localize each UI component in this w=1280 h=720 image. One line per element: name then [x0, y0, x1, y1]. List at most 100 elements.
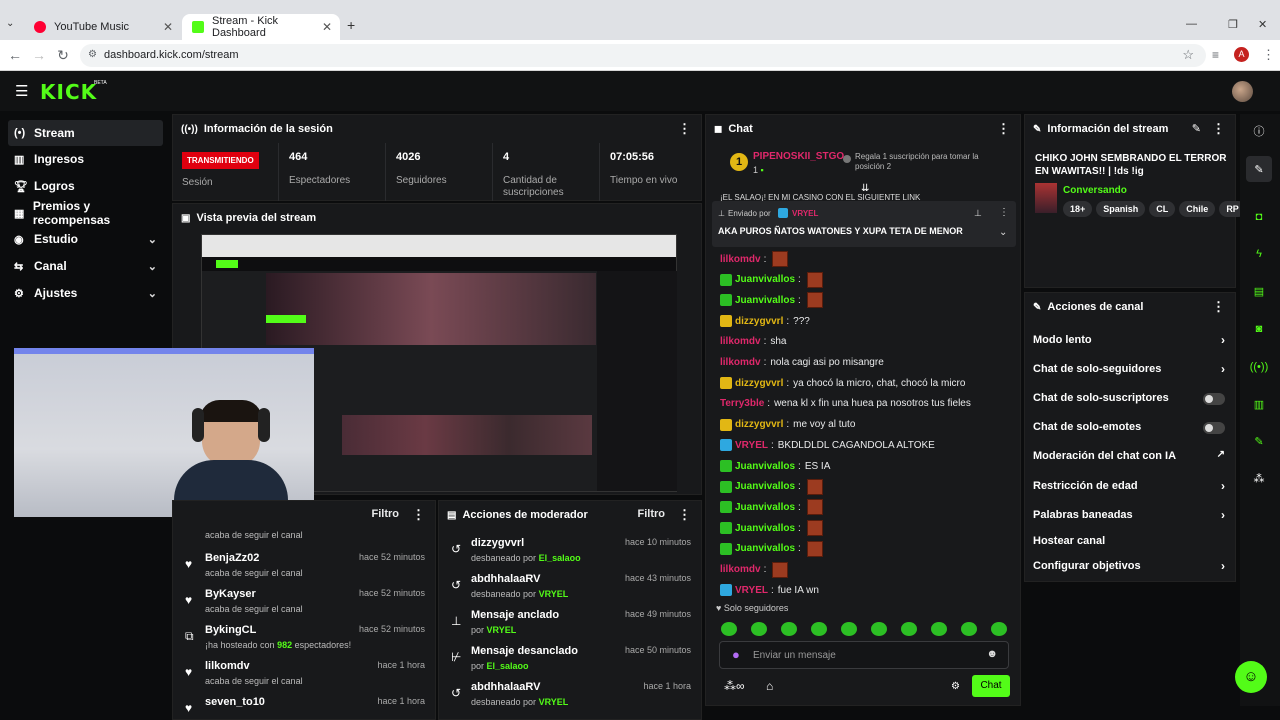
chevron-down-icon[interactable]: ⌄ — [999, 227, 1007, 238]
camera-icon[interactable]: ◘ — [1246, 204, 1272, 230]
unpin-icon[interactable]: ⊥ — [974, 208, 982, 219]
action-emotes-only[interactable]: Chat de solo-emotes — [1025, 414, 1235, 443]
emote-icon[interactable] — [811, 621, 827, 636]
chat-username[interactable]: Juanvivallos — [735, 295, 795, 306]
user-avatar[interactable] — [1232, 81, 1253, 102]
chat-username[interactable]: lilkomdv — [720, 564, 761, 575]
address-bar[interactable]: ⚙ dashboard.kick.com/stream ☆ — [80, 44, 1206, 67]
chat-username[interactable]: VRYEL — [735, 440, 768, 451]
chat-input[interactable]: ● Enviar un mensaje ☻ — [719, 641, 1009, 669]
chat-username[interactable]: Juanvivallos — [735, 481, 795, 492]
chat-username[interactable]: Juanvivallos — [735, 543, 795, 554]
chat-send-button[interactable]: Chat — [972, 675, 1010, 697]
edit-icon[interactable]: ✎ — [1246, 156, 1272, 182]
more-options-icon[interactable]: ⋮ — [1212, 121, 1225, 137]
chat-username[interactable]: Terry3ble — [720, 398, 764, 409]
action-goals[interactable]: Configurar objetivos › — [1025, 553, 1235, 582]
emote-icon[interactable] — [931, 621, 947, 636]
chat-username[interactable]: dizzygvvrl — [735, 316, 783, 327]
mod-filter-button[interactable]: Filtro — [638, 508, 666, 520]
more-icon[interactable]: ⁂ — [1246, 465, 1272, 491]
chat-username[interactable]: lilkomdv — [720, 357, 761, 368]
store-icon[interactable]: ⌂ — [766, 679, 773, 693]
action-slow-mode[interactable]: Modo lento › — [1025, 327, 1235, 356]
emote-icon[interactable] — [991, 621, 1007, 636]
emoji-picker-icon[interactable]: ☻ — [986, 648, 998, 660]
action-followers-only[interactable]: Chat de solo-seguidores › — [1025, 356, 1235, 385]
help-chat-button[interactable]: ☺ — [1235, 661, 1267, 693]
chat-settings-icon[interactable]: ⚙ — [951, 681, 960, 692]
emote-icon[interactable] — [751, 621, 767, 636]
chat-icon[interactable]: ◙ — [1246, 316, 1272, 342]
bolt-icon[interactable]: ϟ — [1246, 241, 1272, 267]
more-options-icon[interactable]: ⋮ — [997, 121, 1010, 137]
browser-menu-icon[interactable]: ⋮ — [1262, 47, 1275, 63]
emote-icon[interactable] — [721, 621, 737, 636]
activity-filter-button[interactable]: Filtro — [372, 508, 400, 520]
emote-icon[interactable] — [871, 621, 887, 636]
notes-icon[interactable]: ▤ — [1246, 278, 1272, 304]
subscribers-only-toggle[interactable] — [1203, 393, 1225, 405]
chat-username[interactable]: dizzygvvrl — [735, 378, 783, 389]
wrench-icon[interactable]: ✎ — [1246, 428, 1272, 454]
sidebar-item-ingresos[interactable]: ▥ Ingresos — [8, 146, 163, 172]
chat-username[interactable]: lilkomdv — [720, 254, 761, 265]
chat-username[interactable]: VRYEL — [735, 585, 768, 596]
profile-avatar[interactable]: A — [1234, 47, 1249, 62]
top-gifter-name[interactable]: PIPENOSKII_STGO — [753, 151, 844, 162]
chat-separator: : — [798, 294, 801, 306]
sidebar-item-canal[interactable]: ⇆ Canal ⌄ — [8, 253, 163, 279]
sidebar-item-stream[interactable]: (•) Stream — [8, 120, 163, 146]
tab-kick-dashboard[interactable]: Stream - Kick Dashboard ✕ — [182, 14, 340, 40]
microphone-icon[interactable]: ● — [732, 647, 740, 662]
maximize-icon[interactable]: ❐ — [1228, 18, 1238, 31]
close-tab-icon[interactable]: ✕ — [163, 20, 173, 34]
layout-icon[interactable]: ▥ — [1246, 391, 1272, 417]
back-icon[interactable]: ← — [6, 47, 24, 63]
host-icon: ⧉ — [185, 629, 194, 643]
info-icon[interactable]: ⓘ — [1246, 118, 1272, 144]
chat-username[interactable]: Juanvivallos — [735, 461, 795, 472]
kick-coins-icon[interactable]: ⁂∞ — [724, 679, 745, 693]
chat-username[interactable]: Juanvivallos — [735, 274, 795, 285]
hamburger-menu-icon[interactable]: ☰ — [15, 82, 28, 100]
emotes-only-toggle[interactable] — [1203, 422, 1225, 434]
close-window-icon[interactable]: ✕ — [1258, 18, 1267, 31]
forward-icon[interactable]: → — [30, 47, 48, 63]
more-options-icon[interactable]: ⋮ — [678, 507, 691, 523]
more-options-icon[interactable]: ⋮ — [1212, 299, 1225, 315]
chat-username[interactable]: dizzygvvrl — [735, 419, 783, 430]
minimize-icon[interactable]: — — [1186, 18, 1197, 30]
stream-category[interactable]: Conversando — [1063, 185, 1127, 196]
media-controls-icon[interactable]: ≡ — [1212, 48, 1219, 62]
emote-icon[interactable] — [901, 621, 917, 636]
kick-logo[interactable]: KICK — [40, 80, 97, 104]
tab-search-icon[interactable]: ⌄ — [6, 18, 14, 29]
sidebar-item-ajustes[interactable]: ⚙ Ajustes ⌄ — [8, 280, 163, 306]
user-badge-icon — [720, 439, 732, 452]
pin-options-icon[interactable]: ⋮ — [999, 207, 1009, 218]
tab-youtube-music[interactable]: YouTube Music ✕ — [24, 14, 181, 40]
more-options-icon[interactable]: ⋮ — [412, 507, 425, 523]
action-age-restriction[interactable]: Restricción de edad › — [1025, 473, 1235, 502]
sidebar-item-premios[interactable]: ▦ Premios y recompensas — [8, 199, 163, 227]
close-tab-icon[interactable]: ✕ — [322, 20, 332, 34]
sidebar-item-estudio[interactable]: ◉ Estudio ⌄ — [8, 226, 163, 252]
action-ai-moderation[interactable]: Moderación del chat con IA ↗ — [1025, 443, 1235, 472]
action-banned-words[interactable]: Palabras baneadas › — [1025, 502, 1235, 531]
chat-username[interactable]: Juanvivallos — [735, 523, 795, 534]
sidebar-item-logros[interactable]: 🏆︎ Logros — [8, 173, 163, 199]
action-subscribers-only[interactable]: Chat de solo-suscriptores — [1025, 385, 1235, 414]
new-tab-button[interactable]: + — [347, 17, 355, 33]
site-info-icon[interactable]: ⚙ — [88, 49, 97, 60]
bookmark-star-icon[interactable]: ☆ — [1182, 47, 1194, 63]
chat-username[interactable]: Juanvivallos — [735, 502, 795, 513]
emote-icon[interactable] — [841, 621, 857, 636]
edit-icon[interactable]: ✎ — [1192, 122, 1201, 135]
emote-icon[interactable] — [961, 621, 977, 636]
more-options-icon[interactable]: ⋮ — [678, 121, 691, 137]
emote-icon[interactable] — [781, 621, 797, 636]
broadcast-icon[interactable]: ((•)) — [1246, 354, 1272, 380]
reload-icon[interactable]: ↻ — [54, 47, 72, 64]
chat-username[interactable]: lilkomdv — [720, 336, 761, 347]
